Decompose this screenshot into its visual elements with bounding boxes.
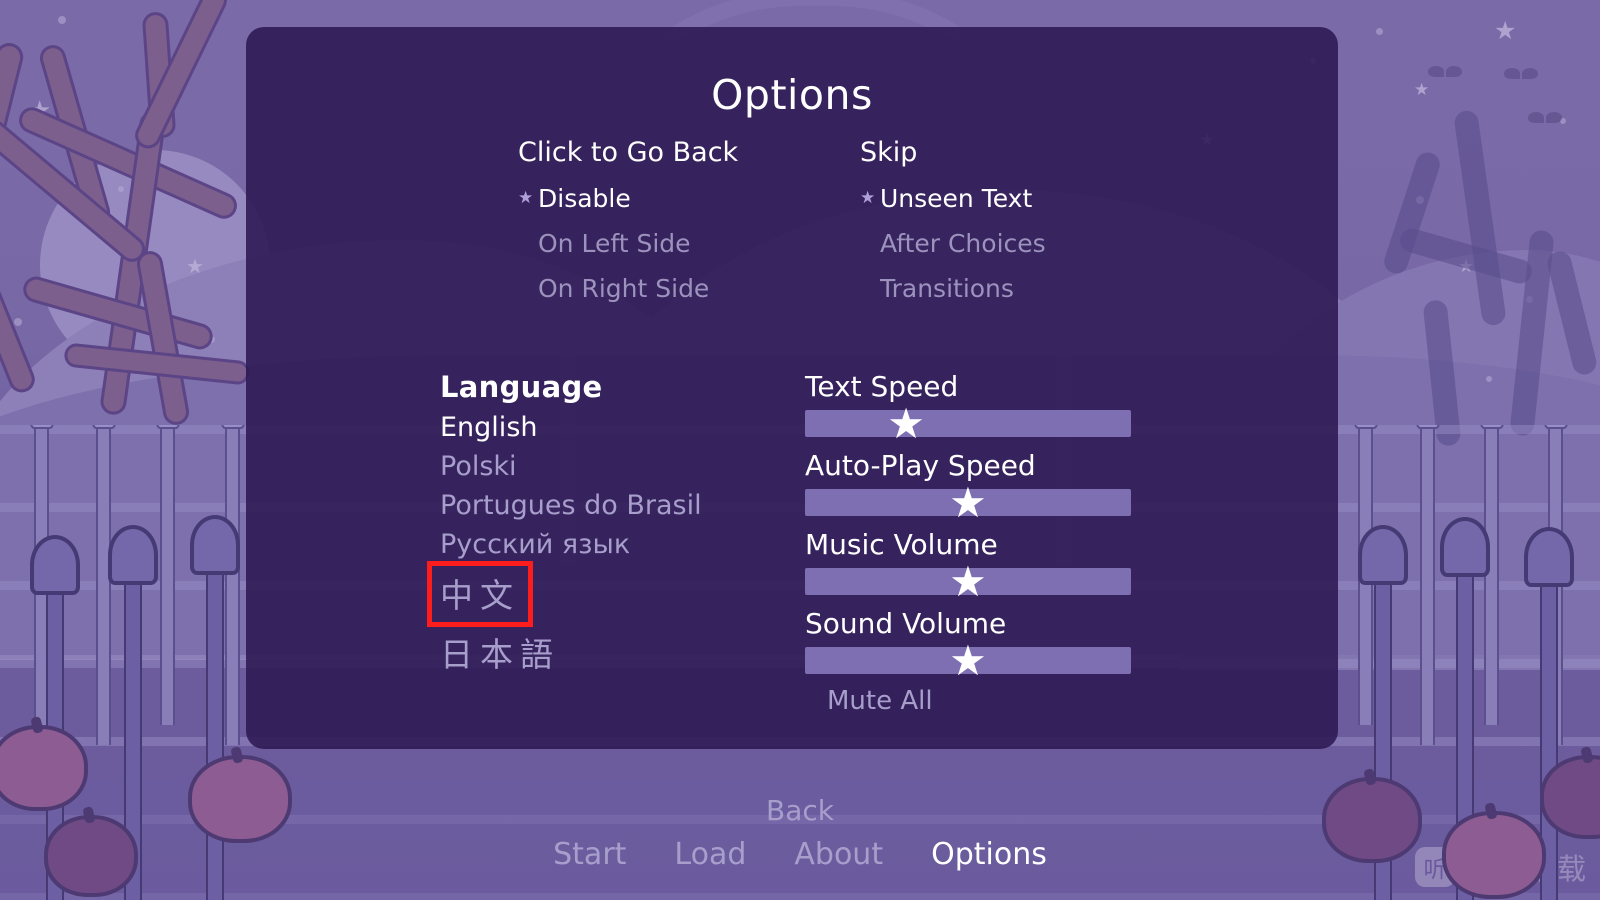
bat-icon	[1528, 112, 1562, 124]
page-title: Options	[711, 71, 873, 119]
star-bullet-icon: ★	[518, 188, 534, 208]
pref-option-label: On Right Side	[538, 274, 710, 303]
pref-option-label: After Choices	[880, 229, 1046, 258]
pumpkin	[0, 725, 88, 811]
bg-dot	[58, 16, 66, 24]
bat-icon	[1428, 66, 1462, 78]
language-item-english[interactable]: English	[440, 412, 538, 443]
pumpkin	[44, 815, 138, 897]
pref-option-label: Unseen Text	[880, 184, 1033, 213]
fence-spike-icon	[1543, 425, 1568, 429]
fence-spike-icon	[220, 425, 245, 429]
fence-post-front	[190, 515, 240, 900]
pref-option-label: Transitions	[880, 274, 1014, 303]
pref-group-skip: Skip ★ Unseen Text ★ After Choices ★ Tra…	[860, 137, 1046, 303]
star-knob-icon[interactable]: ★	[949, 639, 987, 682]
fence-spike-icon	[190, 515, 240, 575]
bg-star-icon: ★	[186, 254, 204, 278]
slider-music-volume[interactable]: ★	[805, 560, 1131, 602]
bat-icon	[1504, 68, 1538, 80]
fence-spike-icon	[1353, 425, 1378, 429]
pref-group-click-to-go-back: Click to Go Back ★ Disable ★ On Left Sid…	[518, 137, 738, 303]
pumpkin	[1322, 777, 1422, 863]
language-item-polski[interactable]: Polski	[440, 451, 517, 482]
bg-dot	[14, 318, 22, 326]
fence-spike-icon	[1440, 517, 1490, 577]
options-panel: Options Click to Go Back ★ Disable ★ On …	[246, 27, 1338, 749]
pref-heading: Click to Go Back	[518, 137, 739, 168]
game-options-screen: ★ ★ ★ ★ ★ ★	[0, 0, 1600, 900]
slider-label-text-speed: Text Speed	[805, 370, 959, 403]
pumpkin	[1442, 811, 1546, 899]
fence-post	[220, 425, 245, 745]
pumpkin	[188, 755, 292, 843]
audio-settings-section: Text Speed ★ Auto-Play Speed ★ Music Vol…	[805, 370, 1145, 716]
bg-star-icon: ★	[1494, 16, 1517, 45]
pref-option-unseen-text[interactable]: ★ Unseen Text	[860, 184, 1046, 213]
pref-option-after-choices[interactable]: ★ After Choices	[860, 229, 1046, 258]
pref-option-transitions[interactable]: ★ Transitions	[860, 274, 1046, 303]
star-knob-icon[interactable]: ★	[949, 481, 987, 524]
fence-spike-icon	[91, 425, 116, 429]
bg-dot	[118, 186, 124, 192]
slider-text-speed[interactable]: ★	[805, 402, 1131, 444]
language-item-chinese[interactable]: 中文	[427, 561, 533, 627]
pref-option-on-left-side[interactable]: ★ On Left Side	[518, 229, 738, 258]
pref-option-label: On Left Side	[538, 229, 691, 258]
fence-post	[91, 425, 116, 745]
nav-item-options[interactable]: Options	[931, 837, 1047, 872]
nav-item-load[interactable]: Load	[674, 837, 746, 872]
fence-spike-icon	[30, 535, 80, 595]
language-heading: Language	[440, 370, 603, 404]
fence-spike-icon	[155, 425, 180, 429]
language-item-portugues-do-brasil[interactable]: Portugues do Brasil	[440, 490, 702, 521]
slider-sound-volume[interactable]: ★	[805, 639, 1131, 681]
mute-all-button[interactable]: Mute All	[805, 686, 1145, 716]
pref-option-on-right-side[interactable]: ★ On Right Side	[518, 274, 738, 303]
star-bullet-icon: ★	[860, 188, 876, 208]
language-section: Language English Polski Portugues do Bra…	[427, 370, 702, 676]
language-item-japanese[interactable]: 日本語	[440, 628, 560, 676]
nav-item-start[interactable]: Start	[553, 837, 626, 872]
fence-spike-icon	[1415, 425, 1440, 429]
bg-dot	[1376, 28, 1383, 35]
bg-dot	[1486, 376, 1492, 382]
language-item-russian[interactable]: Русский язык	[440, 529, 630, 560]
pref-option-label: Disable	[538, 184, 631, 213]
fence-spike-icon	[1479, 425, 1504, 429]
fence-spike-icon	[1358, 525, 1408, 585]
pref-option-disable[interactable]: ★ Disable	[518, 184, 738, 213]
pref-heading: Skip	[860, 137, 918, 168]
nav-item-about[interactable]: About	[794, 837, 883, 872]
bg-star-icon: ★	[1414, 80, 1430, 100]
fence-spike-icon	[29, 425, 54, 429]
star-knob-icon[interactable]: ★	[887, 402, 925, 445]
slider-auto-play-speed[interactable]: ★	[805, 481, 1131, 523]
fence-spike-icon	[1524, 527, 1574, 587]
fence-post	[155, 425, 180, 725]
fence-post	[1415, 425, 1440, 745]
star-knob-icon[interactable]: ★	[949, 560, 987, 603]
fence-spike-icon	[108, 525, 158, 585]
